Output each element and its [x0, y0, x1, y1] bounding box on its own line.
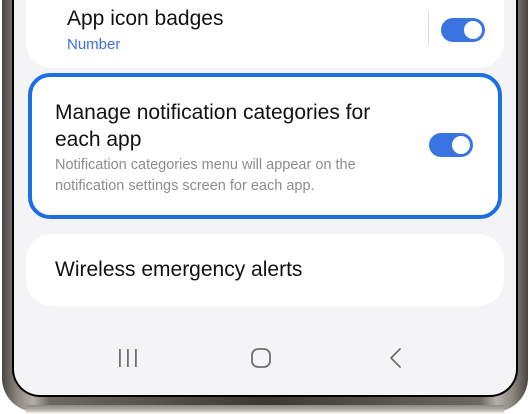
wireless-emergency-alerts-row[interactable]: Wireless emergency alerts: [26, 234, 504, 306]
manage-categories-description-line2: notification settings screen for each ap…: [55, 178, 315, 194]
manage-categories-toggle[interactable]: [429, 133, 473, 157]
settings-page: App icon badges Number Manage notificati…: [14, 0, 516, 395]
row-divider: [428, 11, 429, 45]
navigation-bar: [14, 338, 516, 378]
wireless-alerts-title: Wireless emergency alerts: [55, 258, 303, 281]
recent-apps-icon: [119, 349, 137, 367]
app-icon-badges-toggle[interactable]: [441, 18, 485, 42]
app-icon-badges-value: Number: [67, 36, 121, 53]
home-button[interactable]: [231, 338, 291, 378]
manage-categories-title-line1: Manage notification categories for: [55, 101, 371, 124]
back-button[interactable]: [366, 338, 426, 378]
home-icon: [251, 348, 271, 368]
manage-notification-categories-row[interactable]: Manage notification categories for each …: [28, 73, 502, 219]
recent-apps-button[interactable]: [98, 338, 158, 378]
manage-categories-title-line2: each app: [55, 128, 142, 151]
screenshot-stage: App icon badges Number Manage notificati…: [0, 0, 530, 414]
phone-bottom-edge: [26, 405, 504, 414]
back-icon: [390, 348, 401, 368]
manage-categories-description-line1: Notification categories menu will appear…: [55, 157, 356, 173]
phone-screen: App icon badges Number Manage notificati…: [12, 0, 518, 397]
toggle-knob: [464, 21, 482, 39]
toggle-knob: [452, 136, 470, 154]
app-icon-badges-row[interactable]: App icon badges Number: [26, 0, 504, 68]
app-icon-badges-title: App icon badges: [67, 7, 224, 30]
